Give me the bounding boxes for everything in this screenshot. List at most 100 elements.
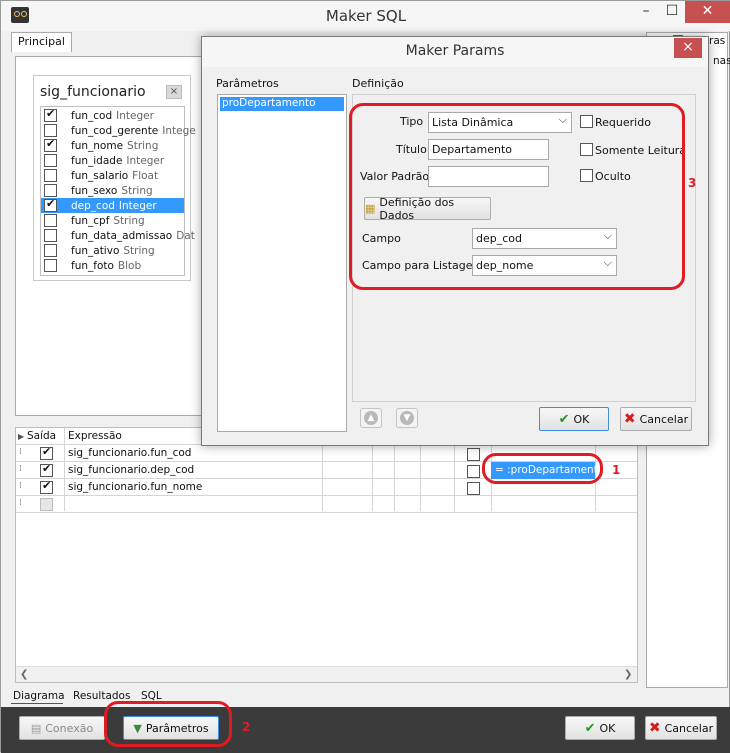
field-checkbox[interactable] — [44, 197, 57, 212]
field-row[interactable]: fun_sexo String — [41, 183, 184, 198]
annotation-number-2: 2 — [242, 720, 251, 734]
field-name: fun_salario — [71, 169, 129, 182]
field-list: fun_codIntegerfun_cod_gerenteIntegefun_n… — [40, 106, 196, 276]
field-checkbox[interactable] — [44, 229, 57, 242]
annotation-ring-3 — [349, 103, 685, 290]
move-up-button[interactable]: ▲ — [360, 408, 382, 428]
dialog-close-icon[interactable]: × — [674, 38, 702, 58]
field-type: Intege — [162, 124, 196, 137]
scroll-left-icon[interactable]: ❮ — [20, 669, 28, 680]
field-row[interactable]: fun_ativo String — [41, 243, 184, 258]
field-name: fun_cod — [71, 109, 113, 122]
field-name: fun_foto — [71, 259, 114, 272]
field-type: String — [123, 244, 155, 257]
arrow-down-icon: ▼ — [400, 411, 414, 425]
dialog-title-bar: Maker Params × — [202, 37, 708, 67]
minimize-button[interactable]: – — [633, 1, 659, 23]
saida-checkbox[interactable] — [40, 498, 53, 511]
main-title-bar: Maker SQL – ☐ ✕ — [1, 1, 730, 31]
cancelar-button[interactable]: ✖ Cancelar — [645, 716, 717, 740]
row-handle-icon[interactable]: ⁞ — [19, 447, 22, 457]
dialog-ok-button[interactable]: ✔ OK — [539, 407, 609, 431]
table-box[interactable]: sig_funcionario × fun_codIntegerfun_cod_… — [33, 75, 196, 281]
field-row[interactable]: fun_cpf String — [41, 213, 184, 228]
field-checkbox[interactable] — [44, 124, 57, 137]
field-checkbox[interactable] — [44, 107, 57, 122]
field-name: dep_cod — [71, 199, 115, 212]
field-name: fun_cod_gerente — [71, 124, 159, 137]
field-name: fun_data_admissao — [71, 229, 173, 242]
cancel-icon: ✖ — [648, 720, 661, 736]
cancel-icon: ✖ — [623, 411, 636, 427]
row-handle-icon[interactable]: ⁞ — [19, 464, 22, 474]
col-saida[interactable]: Saída — [27, 430, 56, 442]
tab-diagrama[interactable]: Diagrama — [13, 690, 65, 702]
move-down-button[interactable]: ▼ — [396, 408, 418, 428]
field-row[interactable]: fun_idade Integer — [41, 153, 184, 168]
param-item[interactable]: proDepartamento — [220, 97, 344, 111]
annotation-number-1: 1 — [612, 463, 621, 477]
field-checkbox[interactable] — [44, 184, 57, 197]
database-icon: ▤ — [30, 721, 42, 735]
field-name: fun_cpf — [71, 214, 110, 227]
field-row[interactable]: fun_salario Float — [41, 168, 184, 183]
field-type: Integer — [116, 109, 154, 122]
field-row[interactable]: fun_cod_gerente Intege — [41, 123, 196, 138]
definicao-label: Definição — [352, 77, 404, 90]
field-type: Blob — [117, 259, 142, 272]
field-row[interactable]: fun_foto Blob — [41, 258, 184, 273]
close-button[interactable]: ✕ — [685, 1, 730, 23]
check-icon: ✔ — [558, 411, 570, 427]
check-icon: ✔ — [584, 720, 596, 736]
row-indicator-icon: ▶ — [18, 432, 25, 441]
annotation-ring-1 — [482, 453, 603, 484]
right-panel-item: ras — [709, 35, 726, 47]
scroll-right-icon[interactable]: ❯ — [624, 669, 632, 680]
annotation-ring-2 — [104, 701, 232, 747]
saida-checkbox[interactable]: ✔ — [40, 462, 53, 477]
field-row[interactable]: fun_nomeString — [41, 137, 184, 153]
grid-row[interactable]: ⁞ — [16, 496, 637, 513]
field-name: fun_sexo — [71, 184, 118, 197]
expression-cell[interactable]: sig_funcionario.fun_nome — [68, 481, 202, 493]
field-row[interactable]: fun_data_admissao Dat — [41, 228, 195, 243]
row-handle-icon[interactable]: ⁞ — [19, 498, 22, 508]
row-handle-icon[interactable]: ⁞ — [19, 481, 22, 491]
parametros-label: Parâmetros — [216, 77, 279, 90]
field-checkbox[interactable] — [44, 214, 57, 227]
expression-cell[interactable]: sig_funcionario.dep_cod — [68, 464, 194, 476]
expression-cell[interactable]: sig_funcionario.fun_cod — [68, 447, 191, 459]
field-row[interactable]: dep_codInteger — [41, 197, 184, 213]
field-type: Dat — [176, 229, 195, 242]
saida-checkbox[interactable]: ✔ — [40, 479, 53, 494]
criteria-checkbox[interactable] — [467, 482, 480, 495]
field-checkbox[interactable] — [44, 169, 57, 182]
field-checkbox[interactable] — [44, 137, 57, 152]
field-type: Integer — [126, 154, 165, 167]
field-name: fun_idade — [71, 154, 123, 167]
maximize-button[interactable]: ☐ — [659, 1, 685, 23]
table-box-close-icon[interactable]: × — [166, 85, 182, 99]
field-checkbox[interactable] — [44, 259, 57, 272]
tab-principal[interactable]: Principal — [11, 32, 72, 52]
annotation-number-3: 3 — [688, 176, 697, 190]
saida-checkbox[interactable]: ✔ — [40, 445, 53, 460]
field-type: Float — [132, 169, 159, 182]
col-expressao[interactable]: Expressão — [68, 430, 122, 442]
horizontal-scrollbar[interactable]: ❮ ❯ — [16, 666, 637, 682]
window-title: Maker SQL — [325, 7, 407, 25]
conexao-button[interactable]: ▤ Conexão — [19, 716, 105, 740]
field-type: String — [121, 184, 153, 197]
field-checkbox[interactable] — [44, 154, 57, 167]
field-name: fun_nome — [71, 139, 124, 152]
criteria-checkbox[interactable] — [467, 448, 480, 461]
arrow-up-icon: ▲ — [364, 411, 378, 425]
criteria-checkbox[interactable] — [467, 465, 480, 478]
param-list[interactable]: proDepartamento — [217, 94, 347, 432]
field-checkbox[interactable] — [44, 244, 57, 257]
ok-button[interactable]: ✔ OK — [565, 716, 635, 740]
dialog-cancelar-button[interactable]: ✖ Cancelar — [620, 407, 692, 431]
field-row[interactable]: fun_codInteger — [41, 107, 184, 123]
table-box-title: sig_funcionario — [40, 84, 146, 100]
field-type: String — [127, 139, 159, 152]
